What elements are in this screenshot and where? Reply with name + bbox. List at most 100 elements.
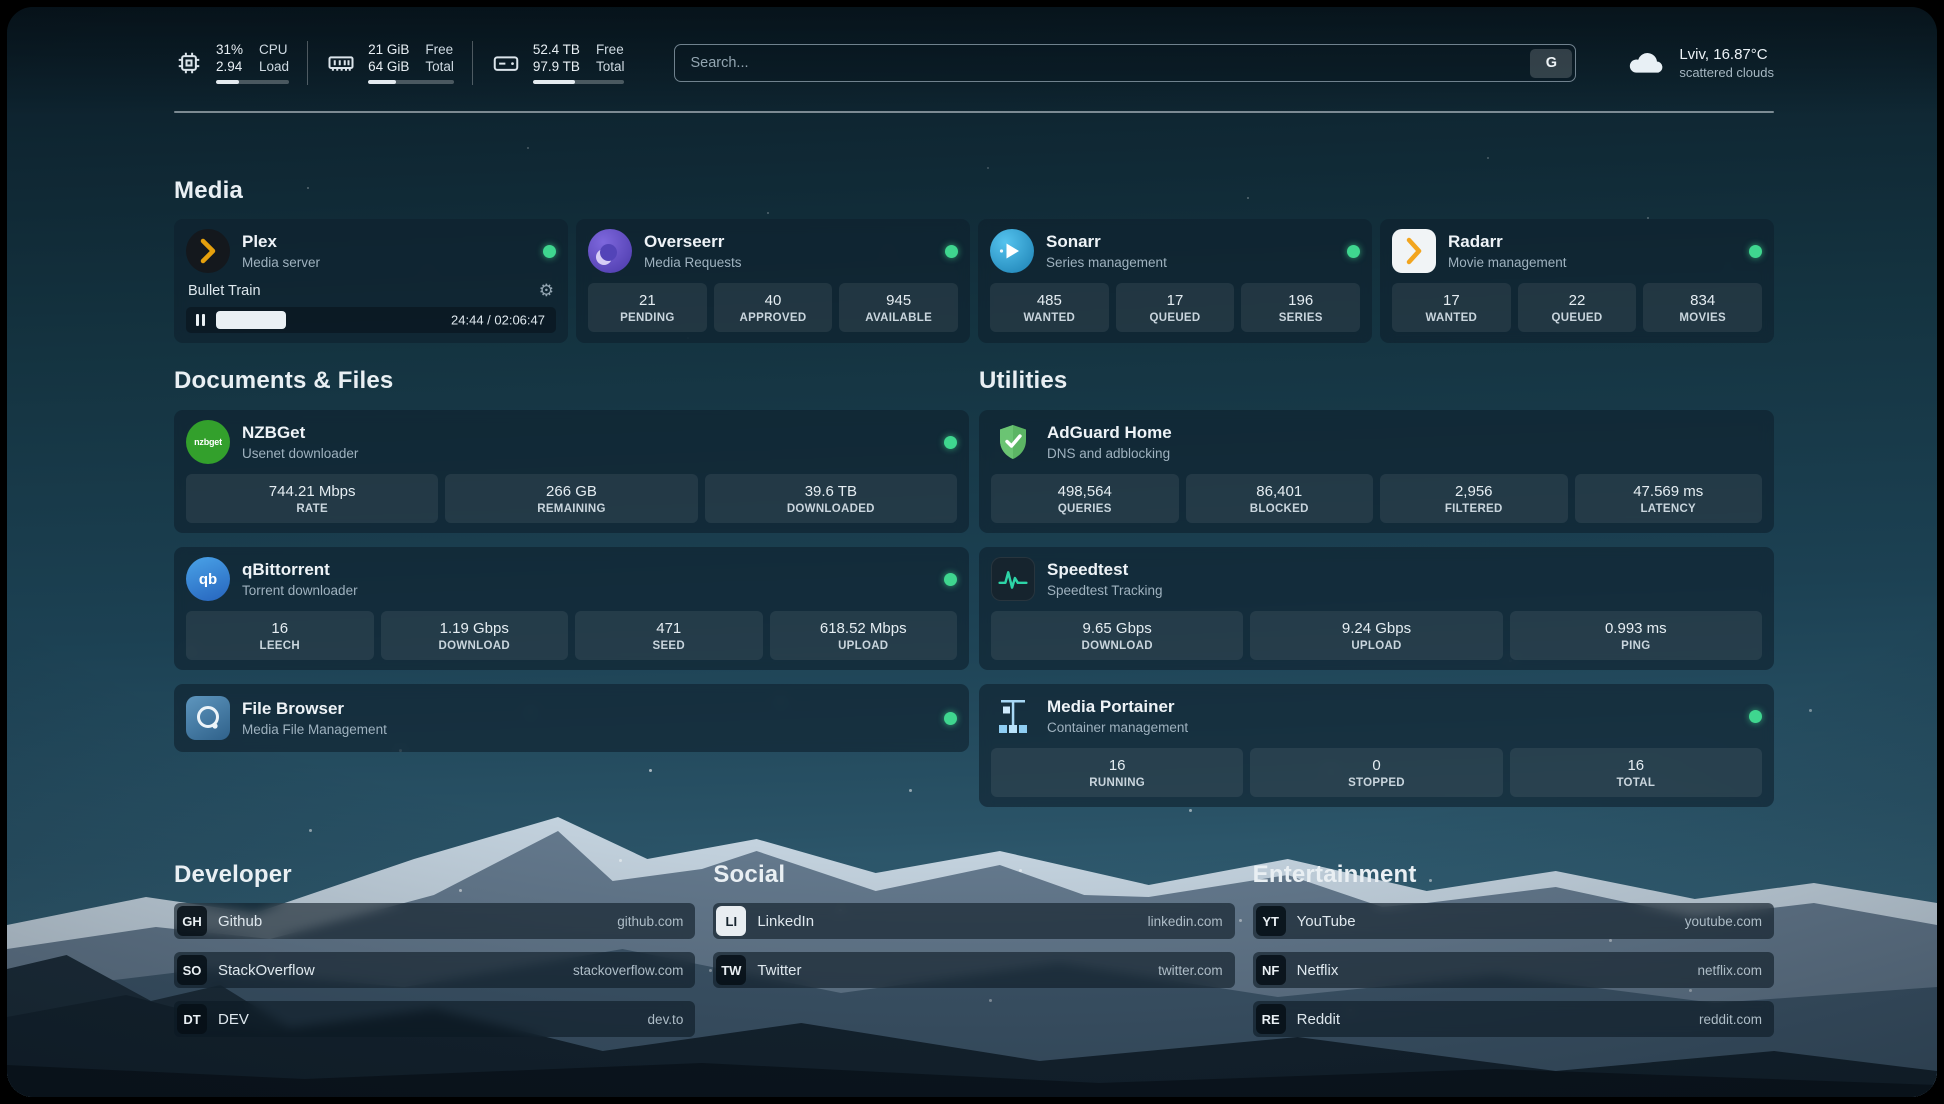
bookmark-linkedin[interactable]: LI LinkedIn linkedin.com: [713, 903, 1234, 939]
stat-label: UPLOAD: [774, 640, 954, 652]
service-card-plex[interactable]: Plex Media server Bullet Train ⚙ 24:44 /…: [174, 219, 568, 343]
memory-free-value: 21 GiB: [368, 42, 409, 58]
service-card-portainer[interactable]: Media Portainer Container management 16 …: [979, 684, 1774, 807]
plex-icon: [186, 229, 230, 273]
stat-tile: 39.6 TB DOWNLOADED: [705, 474, 957, 523]
weather-condition: scattered clouds: [1679, 65, 1774, 80]
disk-total-label: Total: [596, 59, 625, 75]
stat-label: DOWNLOAD: [995, 640, 1239, 652]
service-subtitle: Torrent downloader: [242, 583, 358, 598]
top-bar: 31% CPU 2.94 Load 21 GiB: [174, 41, 1774, 85]
stat-tile: 9.24 Gbps UPLOAD: [1250, 611, 1502, 660]
stat-label: REMAINING: [449, 503, 693, 515]
settings-gear-icon[interactable]: ⚙: [539, 282, 554, 299]
search-input[interactable]: [678, 55, 1530, 71]
pause-icon[interactable]: [196, 314, 205, 326]
stat-label: AVAILABLE: [843, 312, 954, 324]
stat-value: 21: [592, 292, 703, 309]
stat-value: 9.65 Gbps: [995, 620, 1239, 637]
service-card-sonarr[interactable]: Sonarr Series management 485 WANTED 17 Q…: [978, 219, 1372, 343]
disk-free-label: Free: [596, 42, 625, 58]
stat-value: 945: [843, 292, 954, 309]
utilities-card-stack: AdGuard Home DNS and adblocking 498,564 …: [979, 410, 1774, 807]
section-title-media: Media: [174, 177, 1774, 205]
memory-stats: 21 GiB Free 64 GiB Total: [368, 42, 454, 84]
section-utilities: Utilities: [979, 367, 1774, 807]
card-header: nzbget NZBGet Usenet downloader: [186, 420, 957, 464]
stat-value: 618.52 Mbps: [774, 620, 954, 637]
stat-label: WANTED: [1396, 312, 1507, 324]
playback-progress-fill: [216, 311, 286, 329]
disk-stats: 52.4 TB Free 97.9 TB Total: [533, 42, 625, 84]
stat-label: APPROVED: [718, 312, 829, 324]
stat-label: QUEUED: [1120, 312, 1231, 324]
service-card-adguard[interactable]: AdGuard Home DNS and adblocking 498,564 …: [979, 410, 1774, 533]
plex-progress-bar[interactable]: 24:44 / 02:06:47: [186, 307, 556, 333]
service-card-nzbget[interactable]: nzbget NZBGet Usenet downloader 744.21 M…: [174, 410, 969, 533]
bookmark-group-developer: Developer GH Github github.com SO StackO…: [174, 861, 695, 1037]
card-titles: Speedtest Speedtest Tracking: [1047, 560, 1163, 597]
stat-label: RATE: [190, 503, 434, 515]
card-header: Overseerr Media Requests: [588, 229, 958, 273]
status-dot: [944, 436, 957, 449]
stat-tile: 9.65 Gbps DOWNLOAD: [991, 611, 1243, 660]
bookmark-abbr: LI: [716, 906, 746, 936]
bookmark-dev[interactable]: DT DEV dev.to: [174, 1001, 695, 1037]
stat-value: 1.19 Gbps: [385, 620, 565, 637]
card-titles: Sonarr Series management: [1046, 232, 1167, 269]
stat-tile: 17 QUEUED: [1116, 283, 1235, 332]
cpu-load-label: Load: [259, 59, 289, 75]
cloud-icon: [1626, 48, 1668, 78]
nzbget-icon-text: nzbget: [194, 437, 222, 447]
bookmark-name: LinkedIn: [757, 913, 814, 930]
card-header: Sonarr Series management: [990, 229, 1360, 273]
bookmark-reddit[interactable]: RE Reddit reddit.com: [1253, 1001, 1774, 1037]
cpu-icon: [174, 48, 204, 78]
service-subtitle: Movie management: [1448, 255, 1567, 270]
bookmark-url: dev.to: [648, 1012, 684, 1027]
stat-tile: 22 QUEUED: [1518, 283, 1637, 332]
bookmark-name: Twitter: [757, 962, 801, 979]
bookmark-name: StackOverflow: [218, 962, 315, 979]
bookmark-youtube[interactable]: YT YouTube youtube.com: [1253, 903, 1774, 939]
search-provider-button[interactable]: G: [1530, 49, 1572, 78]
service-card-speedtest[interactable]: Speedtest Speedtest Tracking 9.65 Gbps D…: [979, 547, 1774, 670]
stat-tile: 618.52 Mbps UPLOAD: [770, 611, 958, 660]
service-card-qbittorrent[interactable]: qb qBittorrent Torrent downloader 16: [174, 547, 969, 670]
qbittorrent-icon: qb: [186, 557, 230, 601]
bookmark-url: twitter.com: [1158, 963, 1223, 978]
stat-value: 0: [1254, 757, 1498, 774]
stat-tile: 471 SEED: [575, 611, 763, 660]
section-documents: Documents & Files nzbget NZBGet Usenet d…: [174, 367, 969, 752]
bookmark-url: reddit.com: [1699, 1012, 1762, 1027]
radarr-icon: [1392, 229, 1436, 273]
bookmark-github[interactable]: GH Github github.com: [174, 903, 695, 939]
service-title: File Browser: [242, 699, 387, 719]
cpu-percent: 31%: [216, 42, 243, 58]
cpu-widget: 31% CPU 2.94 Load: [174, 42, 289, 84]
stat-value: 485: [994, 292, 1105, 309]
section-title-utilities: Utilities: [979, 367, 1774, 395]
service-subtitle: DNS and adblocking: [1047, 446, 1172, 461]
service-card-radarr[interactable]: Radarr Movie management 17 WANTED 22 QUE…: [1380, 219, 1774, 343]
stat-tiles: 485 WANTED 17 QUEUED 196 SERIES: [990, 283, 1360, 332]
stat-value: 16: [1514, 757, 1758, 774]
bookmark-twitter[interactable]: TW Twitter twitter.com: [713, 952, 1234, 988]
service-card-filebrowser[interactable]: File Browser Media File Management: [174, 684, 969, 752]
topbar-divider: [472, 41, 473, 85]
two-column-sections: Documents & Files nzbget NZBGet Usenet d…: [174, 367, 1774, 807]
section-media: Media Plex Media server: [174, 177, 1774, 343]
stat-label: SERIES: [1245, 312, 1356, 324]
bookmark-url: netflix.com: [1697, 963, 1762, 978]
bookmark-name: Github: [218, 913, 262, 930]
bookmark-stackoverflow[interactable]: SO StackOverflow stackoverflow.com: [174, 952, 695, 988]
service-card-overseerr[interactable]: Overseerr Media Requests 21 PENDING 40 A…: [576, 219, 970, 343]
stat-value: 86,401: [1190, 483, 1370, 500]
disk-total-value: 97.9 TB: [533, 59, 580, 75]
bookmark-abbr: GH: [177, 906, 207, 936]
service-title: Media Portainer: [1047, 697, 1188, 717]
disk-usage-bar: [533, 80, 625, 84]
memory-icon: [326, 48, 356, 78]
bookmark-list: LI LinkedIn linkedin.com TW Twitter twit…: [713, 903, 1234, 988]
bookmark-netflix[interactable]: NF Netflix netflix.com: [1253, 952, 1774, 988]
